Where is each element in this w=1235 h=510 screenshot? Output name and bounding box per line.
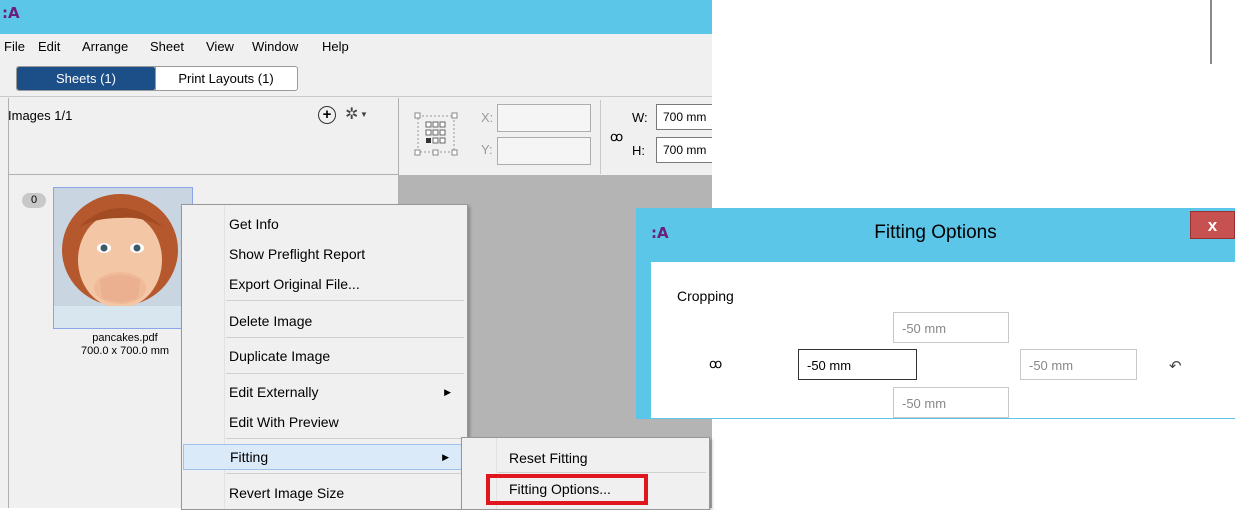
menu-item-edit-externally[interactable]: Edit Externally ▶ — [182, 380, 467, 404]
height-label: H: — [632, 143, 645, 158]
menu-item-delete-image[interactable]: Delete Image — [182, 309, 467, 333]
y-position-field[interactable] — [497, 137, 591, 165]
menu-file[interactable]: File — [4, 39, 25, 54]
usage-badge: 0 — [22, 193, 46, 208]
link-icon[interactable]: ꝏ — [610, 129, 623, 145]
crop-left-field[interactable]: -50 mm — [798, 349, 917, 380]
divider — [600, 100, 601, 174]
crop-right-field[interactable]: -50 mm — [1020, 349, 1137, 380]
menu-item-edit-with-preview[interactable]: Edit With Preview — [182, 410, 467, 434]
height-field[interactable]: 700 mm — [656, 137, 712, 163]
menu-separator — [226, 473, 464, 474]
menu-arrange[interactable]: Arrange — [82, 39, 128, 54]
tab-print-layouts[interactable]: Print Layouts (1) — [155, 67, 296, 90]
menu-separator — [498, 472, 706, 473]
divider — [8, 174, 398, 175]
y-label: Y: — [481, 142, 493, 157]
menu-separator — [226, 438, 464, 439]
reset-icon[interactable]: ↶ — [1169, 357, 1182, 375]
x-label: X: — [481, 110, 494, 125]
menu-help[interactable]: Help — [322, 39, 349, 54]
menu-item-revert-image-size[interactable]: Revert Image Size — [182, 481, 467, 505]
thumbnail-dimensions: 700.0 x 700.0 mm — [80, 345, 170, 357]
anchor-point-icon[interactable] — [414, 112, 458, 156]
cropping-label: Cropping — [677, 288, 734, 304]
add-icon[interactable]: + — [318, 106, 336, 124]
menu-item-duplicate-image[interactable]: Duplicate Image — [182, 344, 467, 368]
child-photo — [54, 188, 192, 328]
highlight-box — [486, 474, 648, 505]
images-count-label: Images 1/1 — [8, 108, 73, 123]
menu-separator — [226, 300, 464, 301]
width-label: W: — [632, 110, 648, 125]
divider — [0, 96, 712, 97]
submenu-arrow-icon: ▶ — [444, 387, 451, 397]
image-thumbnail[interactable] — [53, 187, 193, 329]
crop-bottom-field[interactable]: -50 mm — [893, 387, 1009, 418]
dialog-title: Fitting Options — [874, 222, 997, 243]
thumbnail-filename: pancakes.pdf — [92, 332, 158, 344]
menu-view[interactable]: View — [206, 39, 234, 54]
menu-edit[interactable]: Edit — [38, 39, 60, 54]
tab-sheets[interactable]: Sheets (1) — [17, 67, 155, 90]
menu-item-export-original[interactable]: Export Original File... — [182, 272, 467, 296]
menu-window[interactable]: Window — [252, 39, 298, 54]
close-button[interactable]: x — [1190, 211, 1235, 239]
menu-item-get-info[interactable]: Get Info — [182, 212, 467, 236]
menu-item-fitting[interactable]: Fitting ▶ — [183, 444, 466, 470]
background-window-edge — [1210, 0, 1235, 64]
title-bar: :A — [0, 0, 712, 34]
chevron-down-icon[interactable]: ▼ — [360, 110, 368, 119]
menu-bar: File Edit Arrange Sheet View Window Help — [0, 34, 712, 60]
menu-sheet[interactable]: Sheet — [150, 39, 184, 54]
menu-item-reset-fitting[interactable]: Reset Fitting — [462, 446, 709, 470]
menu-separator — [226, 373, 464, 374]
view-tabs: Sheets (1) Print Layouts (1) — [16, 66, 298, 91]
app-logo: :A — [2, 4, 20, 22]
divider — [8, 98, 9, 508]
width-field[interactable]: 700 mm — [656, 104, 712, 130]
menu-separator — [226, 337, 464, 338]
context-menu: Get Info Show Preflight Report Export Or… — [181, 204, 468, 510]
x-position-field[interactable] — [497, 104, 591, 132]
submenu-arrow-icon: ▶ — [442, 452, 449, 462]
crop-top-field[interactable]: -50 mm — [893, 312, 1009, 343]
link-icon[interactable]: ꝏ — [709, 356, 722, 372]
menu-item-preflight-report[interactable]: Show Preflight Report — [182, 242, 467, 266]
gear-icon[interactable]: ✲ — [345, 104, 358, 124]
